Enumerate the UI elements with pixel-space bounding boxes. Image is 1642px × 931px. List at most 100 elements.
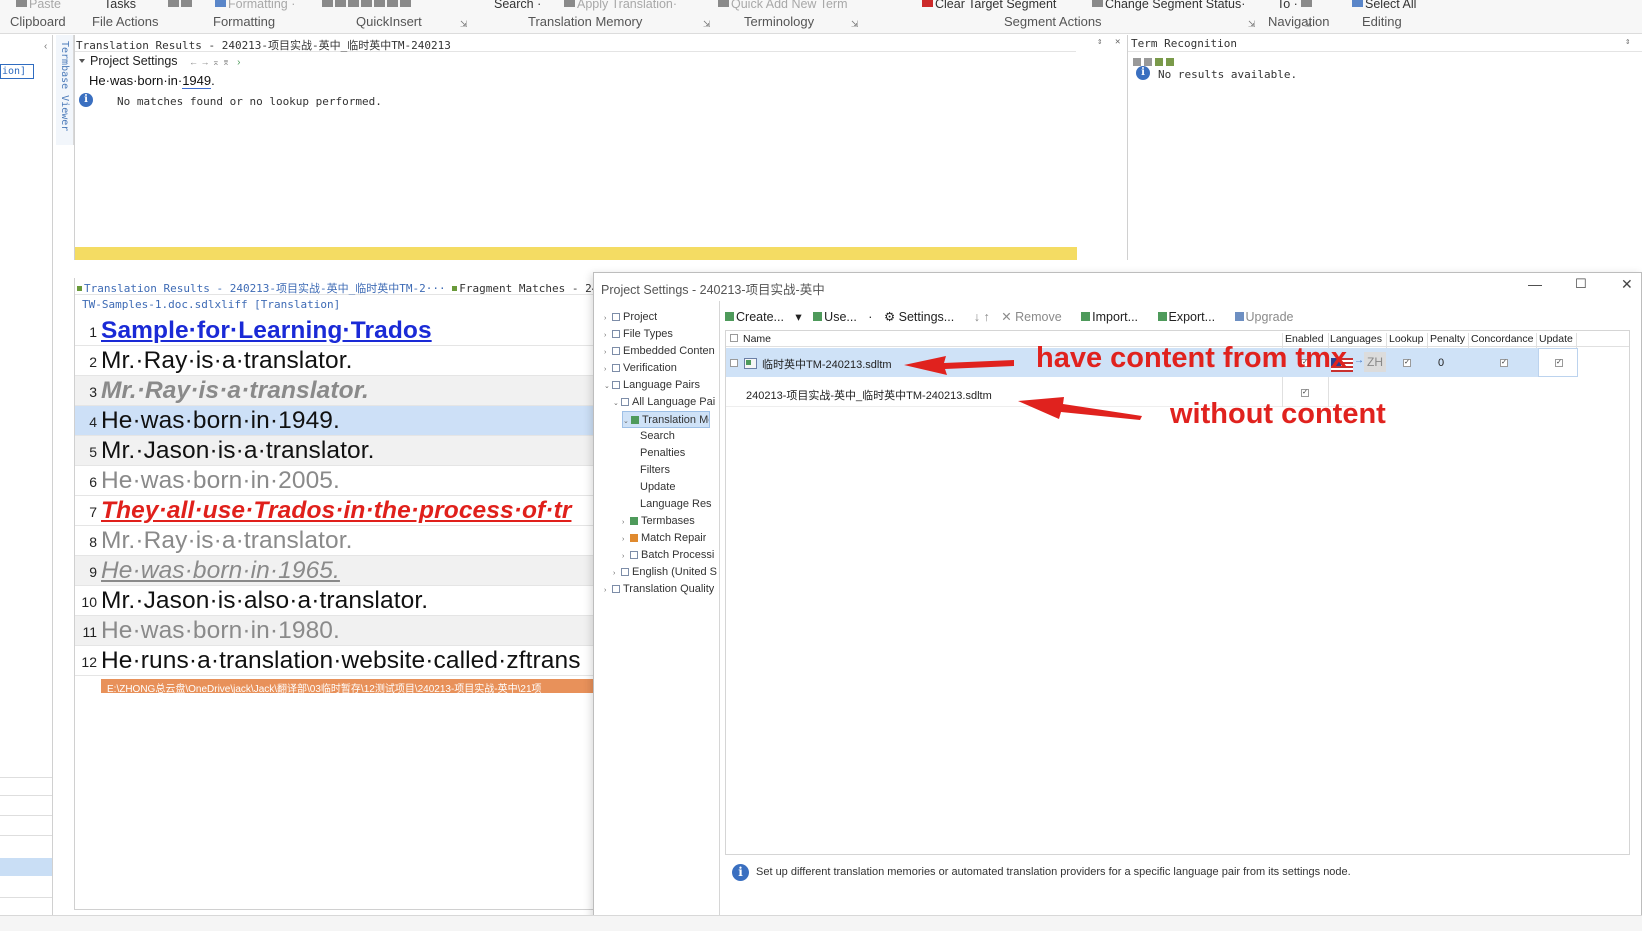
tree-item-project[interactable]: › Project [604, 309, 657, 326]
segment-row[interactable]: 11 He·was·born·in·1980. [75, 616, 594, 646]
change-segment-status-button[interactable]: Change Segment Status· [1092, 0, 1245, 11]
collapse-left-icon[interactable]: ‹ [44, 41, 47, 52]
segment-row[interactable]: 12 He·runs·a·translation·website·called·z… [75, 646, 594, 676]
segment-actions-launcher-icon[interactable]: ⇲ [1248, 19, 1256, 30]
tab-fragment-matches[interactable]: Fragment Matches - 240213- [459, 282, 594, 295]
clear-target-segment-button[interactable]: Clear Target Segment [922, 0, 1056, 11]
tree-item-verification[interactable]: › Verification [604, 360, 677, 377]
tree-item-file-types[interactable]: › File Types [604, 326, 673, 343]
segment-row[interactable]: 2 Mr.·Ray·is·a·translator. [75, 346, 594, 376]
tree-item-match-repair[interactable]: › Match Repair [622, 530, 706, 547]
collapse-icon[interactable]: ⌄ [623, 413, 631, 427]
minimize-icon[interactable]: — [1528, 276, 1542, 292]
segment-text[interactable]: He·was·born·in·1980. [101, 617, 340, 645]
tree-item-batch-processing[interactable]: › Batch Processi [622, 547, 714, 564]
search-button[interactable]: Search · [494, 0, 541, 11]
tab-translation-results[interactable]: Translation Results - 240213-项目实战-英中_临时英… [84, 282, 446, 295]
expand-icon[interactable]: › [622, 531, 630, 547]
col-update[interactable]: Update [1539, 333, 1573, 345]
segment-row[interactable]: 1 Sample·for·Learning·Trados [75, 316, 594, 346]
update-cell[interactable]: ✓ [1538, 348, 1578, 377]
tree-item-all-language-pairs[interactable]: ⌄ All Language Pai [613, 394, 715, 411]
segment-row-active[interactable]: 4 He·was·born·in·1949. [75, 406, 594, 436]
segment-text[interactable]: Sample·for·Learning·Trados [101, 317, 432, 345]
segment-text[interactable]: Mr.·Ray·is·a·translator. [101, 377, 369, 405]
tree-item-search[interactable]: Search [640, 428, 675, 445]
segment-text[interactable]: He·was·born·in·1949. [101, 407, 340, 435]
project-settings-row[interactable]: Project Settings ← → ⌅ ⌆ › [75, 52, 1076, 71]
segment-row[interactable]: 8 Mr.·Ray·is·a·translator. [75, 526, 594, 556]
segment-text[interactable]: Mr.·Ray·is·a·translator. [101, 527, 353, 555]
tree-item-english-united-states[interactable]: › English (United S [613, 564, 717, 581]
tree-item-embedded-content[interactable]: › Embedded Conten [604, 343, 715, 360]
tree-item-update[interactable]: Update [640, 479, 675, 496]
segment-text[interactable]: Mr.·Jason·is·a·translator. [101, 437, 375, 465]
segment-row[interactable]: 9 He·was·born·in·1965. [75, 556, 594, 586]
lookup-checkbox[interactable]: ✓ [1403, 359, 1411, 367]
col-name[interactable]: Name [743, 333, 771, 345]
penalty-value[interactable]: 0 [1438, 357, 1444, 369]
upgrade-button[interactable]: Upgrade [1234, 310, 1302, 324]
close-icon[interactable]: ✕ [1621, 276, 1633, 293]
use-button[interactable]: Use... · [813, 310, 872, 324]
col-penalty[interactable]: Penalty [1430, 333, 1465, 345]
pin-icon[interactable]: ⇕ [1097, 37, 1102, 47]
tree-item-translation-memory[interactable]: ⌄ Translation Me [622, 411, 710, 428]
navigation-launcher-icon[interactable]: ⇲ [1304, 19, 1312, 30]
tree-item-penalties[interactable]: Penalties [640, 445, 685, 462]
expand-icon[interactable]: › [622, 514, 630, 530]
row-checkbox[interactable] [730, 359, 738, 367]
create-button[interactable]: Create... ▾ [725, 310, 802, 324]
panel-splitter-bar[interactable] [75, 247, 1077, 260]
tree-item-language-pairs[interactable]: ⌄ Language Pairs [604, 377, 700, 394]
remove-button[interactable]: ✕ Remove [1001, 310, 1070, 324]
pin-icon[interactable]: ⇕ [1625, 37, 1630, 47]
segment-text[interactable]: He·was·born·in·2005. [101, 467, 340, 495]
collapse-arrow-icon[interactable] [79, 59, 85, 63]
segment-row[interactable]: 3 Mr.·Ray·is·a·translator. [75, 376, 594, 406]
tree-item-filters[interactable]: Filters [640, 462, 670, 479]
nav-arrows-icon[interactable]: ← → ⌅ ⌆ [189, 57, 230, 67]
settings-button[interactable]: ⚙ Settings... [884, 310, 962, 324]
segment-row[interactable]: 10 Mr.·Jason·is·also·a·translator. [75, 586, 594, 616]
enabled-checkbox[interactable]: ✓ [1301, 389, 1309, 397]
left-panel-chip[interactable]: ion] [0, 64, 34, 79]
segment-text[interactable]: Mr.·Jason·is·also·a·translator. [101, 587, 428, 615]
paste-button[interactable]: Paste [16, 0, 61, 11]
segment-row[interactable]: 6 He·was·born·in·2005. [75, 466, 594, 496]
formatting-icons[interactable] [168, 0, 194, 11]
next-icon[interactable]: › [237, 57, 240, 68]
import-button[interactable]: Import... [1081, 310, 1146, 324]
expand-icon[interactable]: › [604, 361, 612, 377]
select-all-button[interactable]: Select All [1352, 0, 1416, 11]
expand-icon[interactable]: › [613, 565, 621, 581]
col-concordance[interactable]: Concordance [1471, 333, 1533, 345]
expand-icon[interactable]: › [622, 548, 630, 564]
left-selected-item[interactable] [0, 858, 52, 876]
segment-text[interactable]: He·was·born·in·1965. [101, 557, 340, 585]
maximize-icon[interactable]: ☐ [1575, 276, 1587, 292]
concordance-checkbox[interactable]: ✓ [1500, 359, 1508, 367]
move-arrows-icon[interactable]: ↓ ↑ [974, 310, 990, 324]
segment-text[interactable]: He·runs·a·translation·website·called·zft… [101, 647, 581, 675]
quickinsert-icons[interactable] [322, 0, 413, 11]
expand-icon[interactable]: › [604, 310, 612, 326]
export-button[interactable]: Export... [1157, 310, 1224, 324]
tree-item-termbases[interactable]: › Termbases [622, 513, 695, 530]
project-settings-link[interactable]: Project Settings [90, 54, 178, 68]
go-to-button[interactable]: To · [1277, 0, 1314, 11]
collapse-icon[interactable]: ⌄ [604, 378, 612, 394]
formatting-button[interactable]: Formatting · [215, 0, 295, 11]
select-all-checkbox[interactable] [730, 334, 738, 342]
terminology-launcher-icon[interactable]: ⇲ [851, 19, 859, 30]
segment-text[interactable]: Mr.·Ray·is·a·translator. [101, 347, 353, 375]
segment-row[interactable]: 5 Mr.·Jason·is·a·translator. [75, 436, 594, 466]
expand-icon[interactable]: › [604, 582, 612, 598]
segment-text[interactable]: They·all·use·Trados·in·the·process·of·tr [101, 497, 571, 525]
update-checkbox[interactable]: ✓ [1555, 359, 1563, 367]
quick-add-term-button[interactable]: Quick Add New Term [718, 0, 847, 11]
tree-item-language-resources[interactable]: Language Res [640, 496, 712, 513]
expand-icon[interactable]: › [604, 344, 612, 360]
segment-row[interactable]: 7 They·all·use·Trados·in·the·process·of·t… [75, 496, 594, 526]
close-icon[interactable]: ✕ [1115, 37, 1120, 47]
